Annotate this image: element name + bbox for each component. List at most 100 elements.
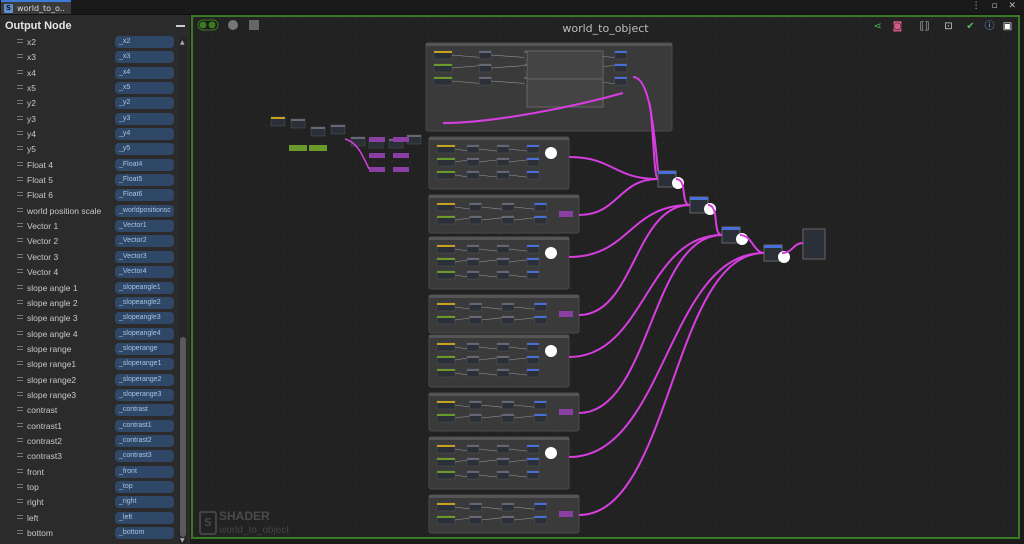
property-row[interactable]: slope range3 _sloperange3 [0,388,178,403]
drag-handle-icon[interactable] [17,391,23,396]
drag-handle-icon[interactable] [17,530,23,534]
property-name-field[interactable]: _x3 [115,51,174,64]
property-name-field[interactable]: _slopeangle2 [115,296,174,309]
share-icon[interactable]: ⋖ [870,19,885,34]
property-name-field[interactable]: _top [115,480,174,493]
property-row[interactable]: slope angle 1 _slopeangle1 [0,281,178,296]
property-name-field[interactable]: _contrast3 [115,450,174,463]
drag-handle-icon[interactable] [17,253,23,258]
property-name-field[interactable]: _x2 [115,36,174,48]
property-row[interactable]: contrast3 _contrast3 [0,449,178,464]
property-name-field[interactable]: _Float4 [115,158,174,171]
property-row[interactable]: Float 5 _Float5 [0,173,178,188]
property-name-field[interactable]: _front [115,465,174,478]
drag-handle-icon[interactable] [17,514,23,519]
live-preview-icon[interactable] [227,19,242,34]
property-name-field[interactable]: _y5 [115,143,174,156]
drag-handle-icon[interactable] [17,131,23,136]
property-row[interactable]: Vector 2 _Vector2 [0,234,178,249]
drag-handle-icon[interactable] [17,269,23,274]
drag-handle-icon[interactable] [17,468,23,473]
property-name-field[interactable]: _y2 [115,97,174,110]
scroll-up-icon[interactable]: ▲ [180,39,185,46]
property-name-field[interactable]: _slopeangle4 [115,327,174,340]
property-row[interactable]: Vector 4 _Vector4 [0,265,178,280]
drag-handle-icon[interactable] [17,223,23,228]
editor-tab[interactable]: S world_to_o.. [1,0,71,14]
property-row[interactable]: y2 _y2 [0,96,178,111]
property-row[interactable]: slope angle 2 _slopeangle2 [0,296,178,311]
sidebar-scrollbar[interactable]: ▲ ▼ [179,37,187,544]
drag-handle-icon[interactable] [17,115,23,120]
property-row[interactable]: slope range _sloperange [0,342,178,357]
property-row[interactable]: y4 _y4 [0,127,178,142]
property-row[interactable]: front _front [0,465,178,480]
maximize-icon[interactable]: ▣ [1000,19,1015,34]
property-name-field[interactable]: _Vector3 [115,250,174,263]
check-icon[interactable]: ✔ [963,19,978,34]
property-name-field[interactable]: _contrast2 [115,434,174,447]
property-row[interactable]: slope angle 4 _slopeangle4 [0,327,178,342]
property-name-field[interactable]: _sloperange3 [115,388,174,401]
screenshot-icon[interactable]: ◙ [890,19,905,34]
help-icon[interactable]: ⓘ [982,19,997,34]
drag-handle-icon[interactable] [17,330,23,335]
property-name-field[interactable]: _x5 [115,82,174,95]
drag-handle-icon[interactable] [17,100,23,105]
property-row[interactable]: x4 _x4 [0,66,178,81]
drag-handle-icon[interactable] [17,345,23,350]
property-name-field[interactable]: _sloperange [115,342,174,355]
property-row[interactable]: bottom _bottom [0,526,178,541]
property-row[interactable]: contrast _contrast [0,403,178,418]
cleanup-icon[interactable] [248,19,263,34]
property-name-field[interactable]: _x4 [115,66,174,79]
window-buttons[interactable]: ⋮ ▫ ✕ [972,1,1020,11]
drag-handle-icon[interactable] [17,85,23,90]
property-name-field[interactable]: _y4 [115,128,174,141]
property-row[interactable]: x3 _x3 [0,50,178,65]
property-row[interactable]: top _top [0,480,178,495]
property-row[interactable]: slope angle 3 _slopeangle3 [0,311,178,326]
property-name-field[interactable]: _Vector4 [115,266,174,279]
property-name-field[interactable]: _sloperange2 [115,373,174,386]
drag-handle-icon[interactable] [17,192,23,197]
property-row[interactable]: contrast2 _contrast2 [0,434,178,449]
property-name-field[interactable]: _Vector1 [115,220,174,233]
drag-handle-icon[interactable] [17,407,23,412]
property-row[interactable]: y5 _y5 [0,142,178,157]
drag-handle-icon[interactable] [17,54,23,59]
scroll-thumb[interactable] [180,337,186,537]
property-name-field[interactable]: _right [115,496,174,509]
drag-handle-icon[interactable] [17,146,23,151]
scroll-down-icon[interactable]: ▼ [180,537,185,544]
collapse-icon[interactable] [176,25,185,27]
property-row[interactable]: Float 6 _Float6 [0,188,178,203]
drag-handle-icon[interactable] [17,284,23,289]
property-row[interactable]: Vector 1 _Vector1 [0,219,178,234]
drag-handle-icon[interactable] [17,177,23,182]
property-name-field[interactable]: _y3 [115,112,174,125]
drag-handle-icon[interactable] [17,207,23,212]
drag-handle-icon[interactable] [17,315,23,320]
drag-handle-icon[interactable] [17,483,23,488]
focus-icon[interactable]: ⟦⟧ [917,19,932,34]
drag-handle-icon[interactable] [17,238,23,243]
property-row[interactable]: right _right [0,495,178,510]
property-name-field[interactable]: _worldpositionsc [115,204,174,217]
property-name-field[interactable]: _Float5 [115,174,174,187]
drag-handle-icon[interactable] [17,422,23,427]
drag-handle-icon[interactable] [17,361,23,366]
property-name-field[interactable]: _Vector2 [115,235,174,248]
property-name-field[interactable]: _slopeangle3 [115,312,174,325]
property-row[interactable]: slope range2 _sloperange2 [0,373,178,388]
drag-handle-icon[interactable] [17,437,23,442]
property-name-field[interactable]: _sloperange1 [115,358,174,371]
property-row[interactable]: Vector 3 _Vector3 [0,250,178,265]
drag-handle-icon[interactable] [17,69,23,74]
property-row[interactable]: left _left [0,511,178,526]
property-row[interactable]: Float 4 _Float4 [0,158,178,173]
property-name-field[interactable]: _left [115,511,174,524]
drag-handle-icon[interactable] [17,499,23,504]
property-row[interactable]: slope range1 _sloperange1 [0,357,178,372]
drag-handle-icon[interactable] [17,299,23,304]
